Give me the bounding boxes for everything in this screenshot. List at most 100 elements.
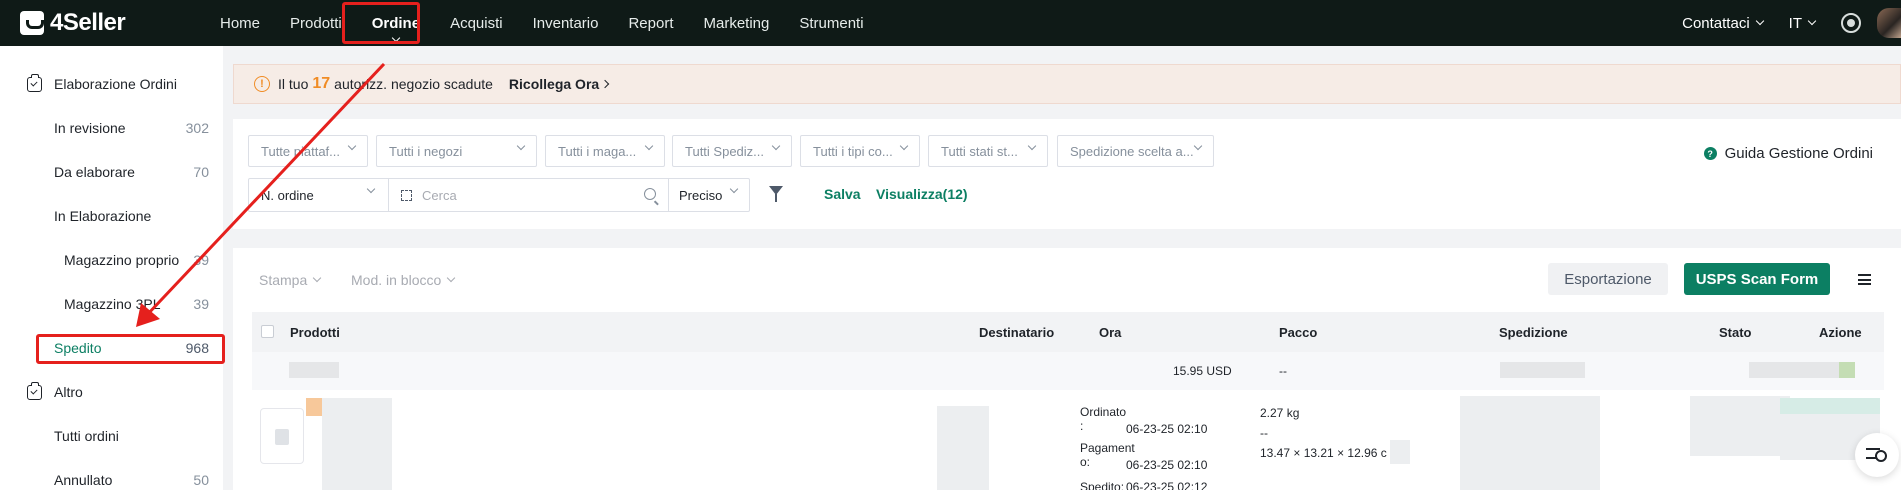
print-dropdown[interactable]: Stampa xyxy=(259,272,322,288)
table-header: Prodotti Destinatario Ora Pacco Spedizio… xyxy=(252,312,1884,352)
search-type-select[interactable]: N. ordine xyxy=(249,179,389,211)
filter-panel: Tutte piattaf... Tutti i negozi Tutti i … xyxy=(233,119,1901,229)
sidebar-item-magazzino-3pl[interactable]: Magazzino 3PL 39 xyxy=(0,282,223,326)
chevron-down-icon xyxy=(729,184,739,194)
select-value: Tutti i tipi co... xyxy=(813,143,893,159)
col-stato[interactable]: Stato xyxy=(1719,325,1752,340)
list-settings-icon[interactable] xyxy=(1858,274,1871,285)
sidebar-item-annullato[interactable]: Annullato 50 xyxy=(0,458,223,490)
guide-label: Guida Gestione Ordini xyxy=(1724,145,1873,162)
sidebar-item-count: 70 xyxy=(193,164,209,180)
clipboard-icon xyxy=(27,381,42,400)
sidebar-group-label: Altro xyxy=(54,384,83,400)
select-value: Tutti stati st... xyxy=(941,143,1018,159)
save-link[interactable]: Salva xyxy=(824,186,861,202)
sidebar-group-elaborazione[interactable]: Elaborazione Ordini xyxy=(0,62,223,106)
platform-select[interactable]: Tutte piattaf... xyxy=(248,135,368,167)
package-weight-sub: -- xyxy=(1260,426,1268,440)
relink-link[interactable]: Ricollega Ora xyxy=(508,76,610,92)
sidebar-item-magazzino-proprio[interactable]: Magazzino proprio 39 xyxy=(0,238,223,282)
contact-dropdown[interactable]: Contattaci xyxy=(1682,14,1764,32)
type-select[interactable]: Tutti i tipi co... xyxy=(800,135,920,167)
select-all-checkbox[interactable] xyxy=(261,325,274,338)
avatar[interactable] xyxy=(1877,8,1901,38)
sidebar-item-label: Da elaborare xyxy=(54,164,135,180)
search-list-icon xyxy=(1866,448,1887,462)
export-button[interactable]: Esportazione xyxy=(1548,263,1668,295)
view-link[interactable]: Visualizza(12) xyxy=(876,186,968,202)
nav-marketing[interactable]: Marketing xyxy=(689,0,785,46)
select-value: Tutte piattaf... xyxy=(261,143,341,159)
redacted-block xyxy=(937,406,989,490)
chevron-down-icon xyxy=(899,141,909,151)
relink-label: Ricollega Ora xyxy=(508,76,600,92)
status-select[interactable]: Tutti stati st... xyxy=(928,135,1048,167)
filter-icon[interactable] xyxy=(769,186,783,202)
sidebar-item-in-elaborazione[interactable]: In Elaborazione xyxy=(0,194,223,238)
sidebar-item-label: Spedito xyxy=(54,340,102,356)
search-input[interactable]: Cerca xyxy=(389,179,669,211)
warehouse-select[interactable]: Tutti i maga... xyxy=(545,135,665,167)
redacted-block xyxy=(322,398,392,490)
language-dropdown[interactable]: IT xyxy=(1789,15,1817,32)
product-thumbnail[interactable] xyxy=(260,408,304,464)
floating-search-button[interactable] xyxy=(1855,433,1899,477)
match-mode-value: Preciso xyxy=(679,187,723,203)
select-value: Tutti i negozi xyxy=(389,143,463,159)
sidebar-item-count: 50 xyxy=(193,472,209,488)
nav-ordine[interactable]: Ordine xyxy=(357,0,435,46)
store-select[interactable]: Tutti i negozi xyxy=(376,135,537,167)
chevron-down-icon xyxy=(347,141,357,151)
package-weight: 2.27 kg xyxy=(1260,406,1300,420)
chosen-shipping-select[interactable]: Spedizione scelta a... xyxy=(1057,135,1214,167)
group-package: -- xyxy=(1279,364,1287,378)
col-spedizione[interactable]: Spedizione xyxy=(1499,325,1568,340)
chevron-down-icon xyxy=(1807,16,1817,26)
banner-count: 17 xyxy=(312,75,331,92)
col-destinatario[interactable]: Destinatario xyxy=(979,325,1054,340)
warning-icon: ! xyxy=(254,76,270,92)
bulk-edit-label: Mod. in blocco xyxy=(351,272,442,288)
logo[interactable]: 4Seller xyxy=(20,9,175,37)
nav-ordine-label: Ordine xyxy=(371,14,421,32)
col-prodotti[interactable]: Prodotti xyxy=(290,325,340,340)
sidebar-item-label: Tutti ordini xyxy=(54,428,119,444)
main-nav: Home Prodotti Ordine Acquisti Inventario… xyxy=(205,0,879,46)
scan-icon xyxy=(401,189,412,201)
sidebar-item-tutti-ordini[interactable]: Tutti ordini xyxy=(0,414,223,458)
bulk-edit-dropdown[interactable]: Mod. in blocco xyxy=(351,272,456,288)
gear-icon[interactable] xyxy=(1841,13,1861,33)
logo-text: 4Seller xyxy=(50,9,126,36)
sidebar-item-da-elaborare[interactable]: Da elaborare 70 xyxy=(0,150,223,194)
redacted-block xyxy=(1749,362,1839,378)
col-azione[interactable]: Azione xyxy=(1819,325,1862,340)
sidebar-item-count: 39 xyxy=(193,296,209,312)
search-icon[interactable] xyxy=(644,188,656,200)
nav-report[interactable]: Report xyxy=(613,0,688,46)
order-group-row: 15.95 USD -- xyxy=(252,352,1884,390)
redacted-block xyxy=(1460,396,1600,490)
sidebar-group-altro[interactable]: Altro xyxy=(0,370,223,414)
group-amount: 15.95 USD xyxy=(1173,364,1232,378)
contact-label: Contattaci xyxy=(1682,14,1750,32)
auth-expired-banner: ! Il tuo 17 autorizz. negozio scadute Ri… xyxy=(233,64,1901,104)
chevron-down-icon xyxy=(391,33,401,43)
sidebar-item-label: Magazzino 3PL xyxy=(64,296,161,312)
nav-home[interactable]: Home xyxy=(205,0,275,46)
shipped-label: Spedito: xyxy=(1080,480,1125,490)
sidebar-item-count: 302 xyxy=(185,120,209,136)
usps-scan-form-button[interactable]: USPS Scan Form xyxy=(1684,263,1830,295)
sidebar-item-label: In revisione xyxy=(54,120,126,136)
col-pacco[interactable]: Pacco xyxy=(1279,325,1317,340)
redacted-block xyxy=(1690,396,1790,456)
col-ora[interactable]: Ora xyxy=(1099,325,1121,340)
guide-link[interactable]: ? Guida Gestione Ordini xyxy=(1703,145,1873,162)
sidebar-item-spedito[interactable]: Spedito 968 xyxy=(0,326,223,370)
nav-inventario[interactable]: Inventario xyxy=(518,0,614,46)
shipping-select[interactable]: Tutti Spediz... xyxy=(672,135,792,167)
match-mode-select[interactable]: Preciso xyxy=(669,179,749,211)
nav-strumenti[interactable]: Strumenti xyxy=(784,0,878,46)
sidebar-item-in-revisione[interactable]: In revisione 302 xyxy=(0,106,223,150)
nav-acquisti[interactable]: Acquisti xyxy=(435,0,518,46)
nav-prodotti[interactable]: Prodotti xyxy=(275,0,357,46)
